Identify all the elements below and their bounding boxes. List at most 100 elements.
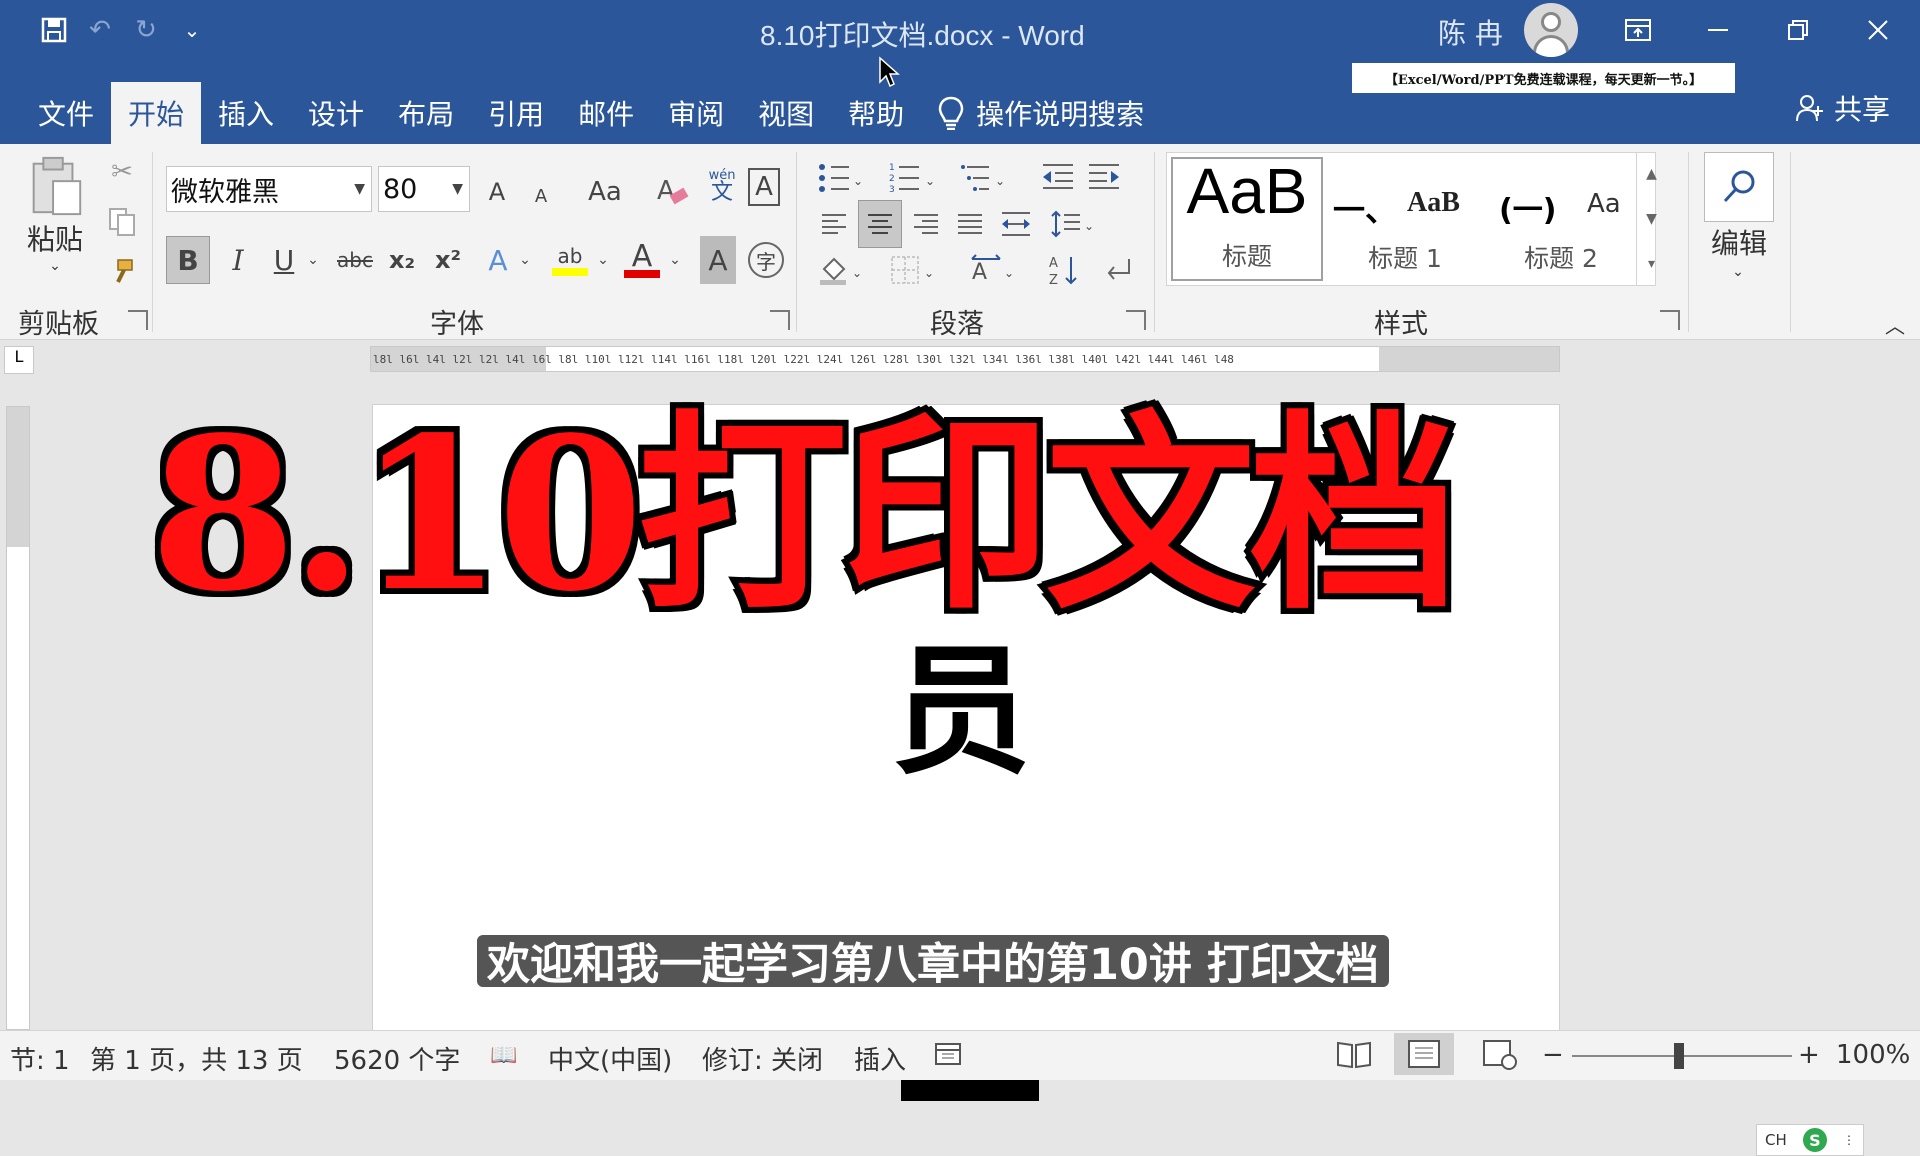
numbering-icon[interactable]: 1 2 3 ⌄ — [886, 156, 936, 200]
clear-format-icon[interactable]: A — [652, 166, 692, 214]
styles-more-icon[interactable]: ▾ — [1648, 256, 1655, 272]
subscript-button[interactable]: x₂ — [382, 236, 422, 284]
font-color-dropdown-icon[interactable]: ⌄ — [666, 236, 684, 284]
decrease-indent-icon[interactable] — [1038, 156, 1078, 196]
editing-dropdown-icon[interactable]: ⌄ — [1728, 262, 1748, 282]
underline-button[interactable]: U — [264, 236, 304, 284]
shrink-font-button[interactable]: A — [526, 172, 556, 220]
clipboard-launcher-icon[interactable] — [128, 310, 148, 330]
strikethrough-button[interactable]: abc — [332, 236, 378, 284]
status-insert-mode[interactable]: 插入 — [854, 1040, 906, 1077]
tab-home[interactable]: 开始 — [111, 82, 202, 144]
tab-file[interactable]: 文件 — [0, 82, 111, 144]
zoom-out-icon[interactable]: − — [1542, 1040, 1564, 1070]
bold-button[interactable]: B — [166, 236, 210, 284]
ime-toolbar[interactable]: CH S ⋮ — [1756, 1124, 1864, 1156]
highlight-button[interactable]: ab — [548, 236, 592, 284]
copy-icon[interactable] — [104, 204, 140, 240]
collapse-ribbon-icon[interactable]: ︿ — [1880, 314, 1910, 338]
borders-icon[interactable]: ⌄ — [886, 248, 942, 292]
superscript-button[interactable]: x² — [428, 236, 468, 284]
align-left-icon[interactable] — [814, 204, 854, 244]
ime-menu-icon[interactable]: ⋮ — [1843, 1133, 1855, 1147]
multilevel-list-icon[interactable]: ⌄ — [958, 156, 1008, 200]
customize-qat-icon[interactable]: ⌄ — [176, 14, 208, 46]
tab-selector[interactable]: L — [4, 346, 34, 374]
paste-button[interactable]: 粘贴 ⌄ — [22, 154, 88, 274]
font-launcher-icon[interactable] — [770, 310, 790, 330]
close-icon[interactable] — [1856, 8, 1900, 52]
change-case-button[interactable]: Aa — [574, 168, 636, 216]
align-right-icon[interactable] — [906, 204, 946, 244]
style-heading-1[interactable]: 一、 标题 1 — [1329, 157, 1481, 281]
show-marks-icon[interactable] — [1098, 248, 1138, 292]
bullets-icon[interactable]: ⌄ — [814, 156, 864, 200]
web-layout-icon[interactable] — [1482, 1037, 1518, 1078]
zoom-slider-thumb[interactable] — [1674, 1043, 1684, 1069]
tab-view[interactable]: 视图 — [741, 82, 831, 144]
horizontal-ruler[interactable]: l8l l6l l4l l2l l2l l4l l6l l8l l10l l12… — [370, 346, 1560, 372]
chinese-layout-icon[interactable]: A ⌄ — [966, 248, 1022, 292]
macro-icon[interactable] — [934, 1040, 962, 1073]
format-painter-icon[interactable] — [104, 254, 140, 290]
minimize-icon[interactable] — [1696, 8, 1740, 52]
restore-icon[interactable] — [1776, 8, 1820, 52]
tab-design[interactable]: 设计 — [291, 82, 381, 144]
tab-layout[interactable]: 布局 — [381, 82, 471, 144]
enclose-characters-button[interactable]: 字 — [748, 242, 784, 278]
save-icon[interactable] — [38, 14, 70, 46]
phonetic-guide-button[interactable]: wén 文 — [704, 162, 740, 210]
ribbon-display-options-icon[interactable] — [1616, 8, 1660, 52]
sort-icon[interactable]: AZ — [1046, 248, 1086, 292]
paragraph-launcher-icon[interactable] — [1126, 310, 1146, 330]
zoom-in-icon[interactable]: + — [1798, 1040, 1820, 1070]
zoom-level[interactable]: 100% — [1836, 1040, 1910, 1070]
italic-button[interactable]: I — [218, 236, 258, 284]
shading-icon[interactable]: ⌄ — [814, 248, 870, 292]
styles-launcher-icon[interactable] — [1660, 310, 1680, 330]
print-layout-icon[interactable] — [1394, 1033, 1454, 1075]
style-heading-2[interactable]: (一) 标题 2 — [1485, 157, 1637, 281]
styles-scroll-up-icon[interactable]: ▲ — [1646, 166, 1657, 182]
status-language[interactable]: 中文(中国) — [548, 1040, 672, 1077]
increase-indent-icon[interactable] — [1084, 156, 1124, 196]
text-effects-dropdown-icon[interactable]: ⌄ — [516, 236, 534, 284]
cut-icon[interactable]: ✂ — [104, 154, 140, 190]
grow-font-button[interactable]: A — [482, 168, 512, 216]
justify-icon[interactable] — [950, 204, 990, 244]
align-center-icon[interactable] — [858, 200, 902, 248]
user-name[interactable]: 陈 冉 — [1438, 12, 1503, 52]
font-color-button[interactable]: A — [620, 236, 664, 284]
style-title[interactable]: AaB 标题 — [1171, 157, 1323, 281]
status-words[interactable]: 5620 个字 — [334, 1040, 460, 1077]
share-button[interactable]: 共享 — [1795, 88, 1890, 128]
underline-dropdown-icon[interactable]: ⌄ — [304, 236, 322, 284]
undo-icon[interactable]: ↶ — [84, 14, 116, 46]
tab-help[interactable]: 帮助 — [831, 82, 921, 144]
proofing-icon[interactable]: 📖 — [490, 1043, 517, 1068]
line-spacing-icon[interactable]: ⌄ — [1046, 204, 1102, 244]
tab-review[interactable]: 审阅 — [651, 82, 741, 144]
character-border-button[interactable]: A — [748, 168, 780, 206]
tab-mailings[interactable]: 邮件 — [561, 82, 651, 144]
tell-me-search[interactable]: 操作说明搜索 — [921, 82, 1161, 144]
tab-references[interactable]: 引用 — [471, 82, 561, 144]
status-track-changes[interactable]: 修订: 关闭 — [702, 1040, 823, 1077]
character-shading-button[interactable]: A — [700, 236, 736, 284]
text-effects-button[interactable]: A — [480, 236, 516, 284]
highlight-dropdown-icon[interactable]: ⌄ — [594, 236, 612, 284]
avatar[interactable] — [1524, 3, 1578, 57]
status-page[interactable]: 第 1 页，共 13 页 — [90, 1040, 303, 1077]
read-mode-icon[interactable] — [1336, 1037, 1372, 1078]
distributed-icon[interactable] — [996, 204, 1036, 244]
font-size-combo[interactable]: 80 ▼ — [378, 166, 470, 212]
vertical-ruler[interactable] — [6, 406, 30, 1030]
editing-label[interactable]: 编辑 — [1704, 222, 1774, 262]
editing-search-icon[interactable] — [1704, 152, 1774, 222]
styles-scroll[interactable]: ▲ ▼ ▾ — [1636, 152, 1666, 286]
font-name-combo[interactable]: 微软雅黑 ▼ — [166, 166, 372, 212]
status-section[interactable]: 节: 1 — [10, 1040, 70, 1077]
redo-icon[interactable]: ↻ — [130, 14, 162, 46]
tab-insert[interactable]: 插入 — [201, 82, 291, 144]
styles-scroll-down-icon[interactable]: ▼ — [1646, 211, 1657, 227]
